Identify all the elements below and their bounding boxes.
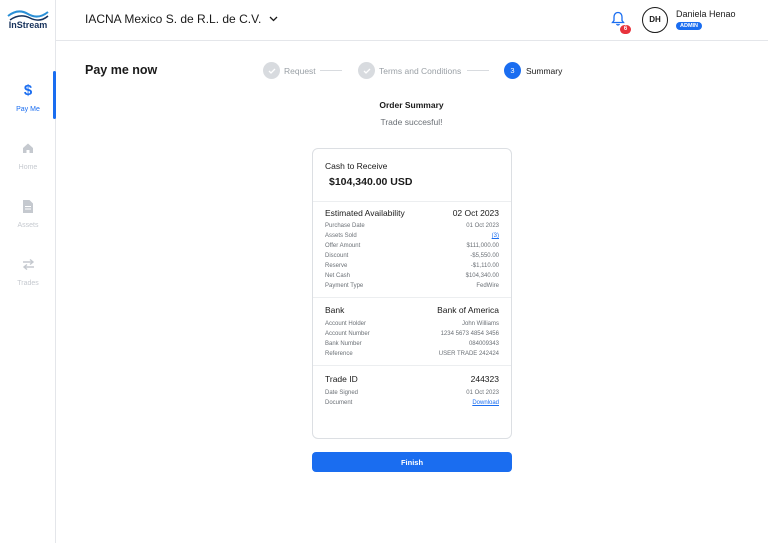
detail-row: Reserve -$1,110.00: [325, 263, 499, 269]
detail-row: Discount -$5,550.00: [325, 253, 499, 259]
sidebar-item-label: Assets: [17, 222, 39, 229]
detail-row: Payment Type FedWire: [325, 283, 499, 289]
order-summary-card: Cash to Receive $104,340.00 USD Estimate…: [312, 148, 512, 439]
check-icon: [363, 68, 370, 74]
avatar[interactable]: DH: [642, 7, 668, 33]
user-name: Daniela Henao: [676, 9, 736, 19]
step-request-label: Request: [284, 66, 316, 76]
detail-row: Document Download: [325, 400, 499, 406]
detail-row: Offer Amount $111,000.00: [325, 243, 499, 249]
check-icon: [268, 68, 275, 74]
document-icon: [0, 198, 56, 214]
step-terms-label: Terms and Conditions: [379, 66, 462, 76]
detail-row: Net Cash $104,340.00: [325, 273, 499, 279]
download-link[interactable]: Download: [472, 400, 499, 406]
sidebar-item-label: Pay Me: [16, 106, 40, 113]
trade-status-message: Trade succesful!: [380, 117, 443, 127]
trade-id-value: 244323: [470, 374, 499, 384]
detail-row: Account Number 1234 5673 4854 3456: [325, 331, 499, 337]
bank-section: Bank Bank of America Account Holder John …: [313, 298, 511, 366]
detail-row: Date Signed 01 Oct 2023: [325, 390, 499, 396]
company-name: IACNA Mexico S. de R.L. de C.V.: [85, 12, 262, 26]
detail-row: Reference USER TRADE 242424: [325, 351, 499, 357]
step-request-check: [263, 62, 280, 79]
trade-section: Trade ID 244323 Date Signed 01 Oct 2023 D…: [313, 366, 511, 438]
trade-id-label: Trade ID: [325, 374, 358, 384]
role-badge: ADMIN: [676, 22, 703, 30]
instream-logo[interactable]: InStream: [6, 8, 50, 34]
sidebar-item-home[interactable]: Home: [0, 130, 56, 190]
bank-label: Bank: [325, 305, 345, 315]
home-icon: [0, 140, 56, 156]
availability-value: 02 Oct 2023: [452, 208, 499, 218]
chevron-down-icon: [269, 16, 278, 22]
sidebar-item-assets[interactable]: Assets: [0, 188, 56, 248]
sidebar-item-pay-me[interactable]: $ Pay Me: [0, 72, 56, 132]
cash-section: Cash to Receive $104,340.00 USD: [313, 149, 511, 202]
assets-sold-link[interactable]: (3): [492, 233, 499, 239]
detail-row: Assets Sold (3): [325, 233, 499, 239]
detail-row: Bank Number 084009343: [325, 341, 499, 347]
cash-label: Cash to Receive: [325, 161, 388, 171]
step-divider: [467, 70, 489, 71]
company-selector[interactable]: IACNA Mexico S. de R.L. de C.V.: [85, 12, 278, 26]
sidebar-item-label: Trades: [17, 280, 39, 287]
transfer-icon: [0, 256, 56, 272]
detail-row: Account Holder John Williams: [325, 321, 499, 327]
logo-text: InStream: [8, 20, 48, 30]
availability-section: Estimated Availability 02 Oct 2023 Purch…: [313, 202, 511, 298]
step-summary-label: Summary: [526, 66, 563, 76]
dollar-icon: $: [23, 81, 33, 99]
sidebar-item-label: Home: [18, 164, 38, 171]
detail-row: Purchase Date 01 Oct 2023: [325, 223, 499, 229]
bank-value: Bank of America: [437, 305, 499, 315]
step-summary-number: 3: [504, 62, 521, 79]
cash-value: $104,340.00 USD: [329, 176, 413, 188]
notification-badge: 6: [620, 25, 631, 34]
top-header: IACNA Mexico S. de R.L. de C.V. 6 DH Dan…: [56, 0, 768, 41]
finish-button[interactable]: Finish: [312, 452, 512, 472]
sidebar-item-trades[interactable]: Trades: [0, 246, 56, 306]
order-summary-title: Order Summary: [379, 100, 444, 110]
sidebar: InStream $ Pay Me Home Assets Trades: [0, 0, 56, 543]
availability-label: Estimated Availability: [325, 208, 405, 218]
step-terms-check: [358, 62, 375, 79]
page-title: Pay me now: [85, 63, 158, 77]
step-divider: [320, 70, 342, 71]
